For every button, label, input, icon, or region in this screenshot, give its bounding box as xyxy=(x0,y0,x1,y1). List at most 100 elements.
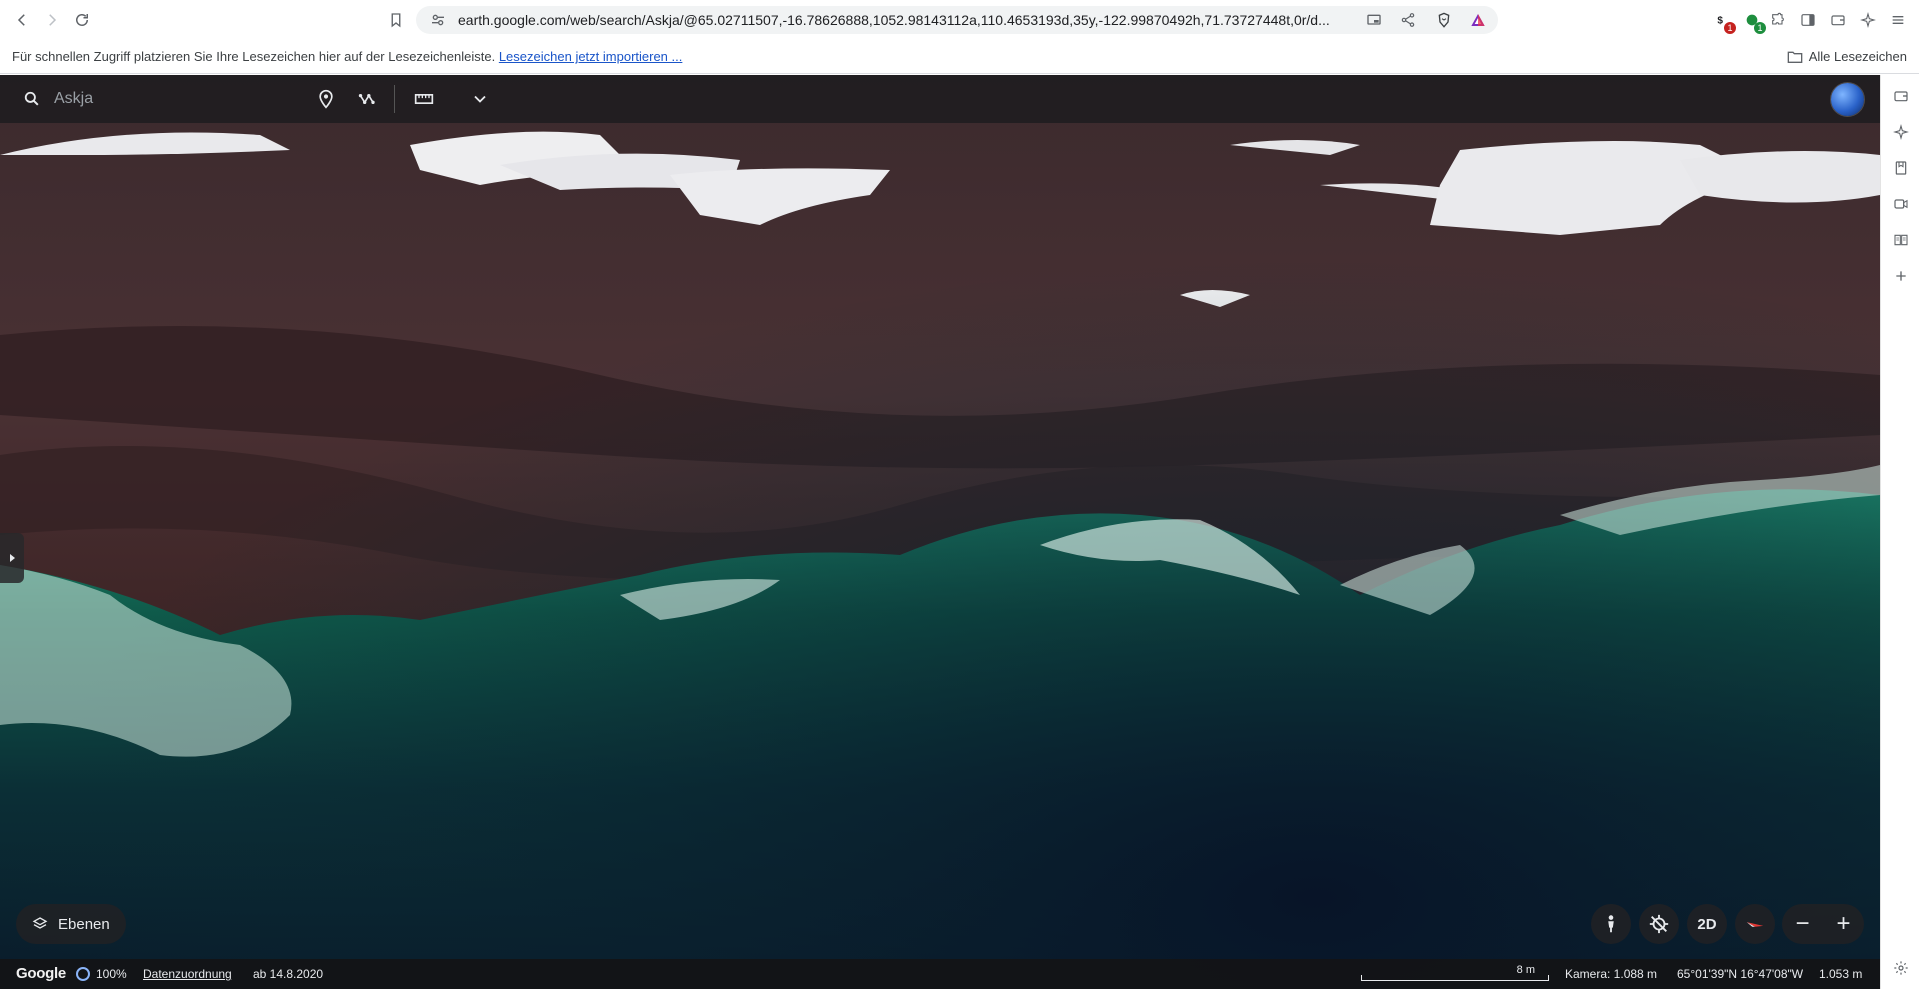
wallet-button[interactable] xyxy=(1828,10,1848,30)
side-bookmarks-button[interactable] xyxy=(1890,157,1912,179)
menu-button[interactable] xyxy=(1888,10,1908,30)
more-tools-button[interactable] xyxy=(468,87,492,111)
side-settings-button[interactable] xyxy=(1890,957,1912,979)
toggle-2d-button[interactable]: 2D xyxy=(1687,904,1727,944)
side-playlist-button[interactable] xyxy=(1890,193,1912,215)
toggle-3d-button[interactable] xyxy=(1639,904,1679,944)
draw-path-button[interactable] xyxy=(356,87,380,111)
cast-button[interactable] xyxy=(1364,10,1384,30)
pegman-icon xyxy=(1600,913,1622,935)
back-arrow-icon xyxy=(13,11,31,29)
extension-1-badge: 1 xyxy=(1724,22,1736,34)
crossed-compass-icon xyxy=(1648,913,1670,935)
cursor-coordinates: 65°01'39"N 16°47'08"W xyxy=(1677,967,1803,981)
scale-bar-label: 8 m xyxy=(1517,964,1535,976)
bookmarks-hint-text: Für schnellen Zugriff platzieren Sie Ihr… xyxy=(12,49,495,64)
ground-altitude: 1.053 m xyxy=(1819,967,1862,981)
site-info-button[interactable] xyxy=(428,10,448,30)
forward-arrow-icon xyxy=(43,11,61,29)
forward-button[interactable] xyxy=(40,8,64,32)
extensions-menu-button[interactable] xyxy=(1768,10,1788,30)
zoom-level: 100% xyxy=(96,967,127,981)
sidebar-toggle-button[interactable] xyxy=(1798,10,1818,30)
side-leo-button[interactable] xyxy=(1890,121,1912,143)
brave-shields-button[interactable] xyxy=(1434,10,1454,30)
camera-altitude: Kamera: 1.088 m xyxy=(1565,967,1657,981)
ruler-icon xyxy=(414,89,434,109)
layers-button[interactable]: Ebenen xyxy=(16,904,126,944)
compass-button[interactable] xyxy=(1735,904,1775,944)
reading-list-icon xyxy=(1893,232,1909,248)
zoom-in-button[interactable]: + xyxy=(1823,904,1864,944)
pegman-street-view-button[interactable] xyxy=(1591,904,1631,944)
leo-ai-button[interactable] xyxy=(1858,10,1878,30)
bookmarks-hint: Für schnellen Zugriff platzieren Sie Ihr… xyxy=(12,49,682,64)
extension-1-button[interactable]: $ 1 xyxy=(1712,10,1732,30)
compass-needle-icon xyxy=(1744,913,1766,935)
data-attribution-link[interactable]: Datenzuordnung xyxy=(143,967,232,981)
reload-icon xyxy=(73,11,91,29)
tune-icon xyxy=(430,12,446,28)
earth-top-bar xyxy=(0,75,1880,123)
wallet-icon xyxy=(1830,12,1846,28)
gear-icon xyxy=(1893,960,1909,976)
layers-label: Ebenen xyxy=(58,916,110,933)
reload-button[interactable] xyxy=(70,8,94,32)
zoom-out-button[interactable]: − xyxy=(1782,904,1823,944)
layers-icon xyxy=(32,916,48,932)
side-add-button[interactable] xyxy=(1890,265,1912,287)
chevron-down-icon xyxy=(470,89,490,109)
side-wallet-button[interactable] xyxy=(1890,85,1912,107)
extension-2-button[interactable]: 1 xyxy=(1742,10,1762,30)
terrain-3d-view[interactable] xyxy=(0,75,1880,989)
sparkle-icon xyxy=(1860,12,1876,28)
earth-status-bar: Google 100% Datenzuordnung ab 14.8.2020 … xyxy=(0,959,1880,989)
measure-button[interactable] xyxy=(412,87,436,111)
scale-bar[interactable]: 8 m xyxy=(1361,963,1549,981)
share-icon xyxy=(1400,12,1416,28)
placemark-pin-icon xyxy=(316,89,336,109)
address-bar[interactable]: earth.google.com/web/search/Askja/@65.02… xyxy=(416,6,1498,34)
zoom-controls: − + xyxy=(1782,904,1864,944)
search-icon[interactable] xyxy=(22,89,42,109)
sidebar-icon xyxy=(1800,12,1816,28)
imagery-date: ab 14.8.2020 xyxy=(253,967,323,981)
caret-right-icon xyxy=(7,553,17,563)
bookmark-page-button[interactable] xyxy=(384,8,408,32)
browser-side-panel xyxy=(1880,75,1919,989)
path-line-icon xyxy=(358,89,378,109)
search-input[interactable] xyxy=(54,87,294,111)
zoom-ring-icon xyxy=(76,967,90,981)
bookmarks-bar: Für schnellen Zugriff platzieren Sie Ihr… xyxy=(0,40,1919,74)
wallet-icon xyxy=(1893,88,1909,104)
cast-icon xyxy=(1366,12,1382,28)
back-button[interactable] xyxy=(10,8,34,32)
hamburger-icon xyxy=(1890,12,1906,28)
sidebar-expand-button[interactable] xyxy=(0,533,24,583)
video-icon xyxy=(1893,196,1909,212)
all-bookmarks-button[interactable]: Alle Lesezeichen xyxy=(1787,49,1907,64)
plus-icon xyxy=(1893,268,1909,284)
all-bookmarks-label: Alle Lesezeichen xyxy=(1809,49,1907,64)
zoom-indicator: 100% xyxy=(76,967,127,981)
brave-lion-icon xyxy=(1436,12,1452,28)
bookmark-icon xyxy=(1893,160,1909,176)
side-reading-list-button[interactable] xyxy=(1890,229,1912,251)
sparkle-icon xyxy=(1893,124,1909,140)
puzzle-icon xyxy=(1770,12,1786,28)
brave-rewards-button[interactable] xyxy=(1468,10,1488,30)
google-logo: Google xyxy=(16,965,66,982)
browser-toolbar: earth.google.com/web/search/Askja/@65.02… xyxy=(0,0,1919,40)
toolbar-divider xyxy=(394,85,395,113)
url-text[interactable]: earth.google.com/web/search/Askja/@65.02… xyxy=(458,12,1360,28)
add-placemark-button[interactable] xyxy=(314,87,338,111)
bookmark-icon xyxy=(387,11,405,29)
account-avatar[interactable] xyxy=(1831,83,1864,116)
toggle-2d-label: 2D xyxy=(1697,916,1716,933)
triangle-rewards-icon xyxy=(1470,12,1486,28)
svg-text:$: $ xyxy=(1717,15,1723,26)
extension-2-badge: 1 xyxy=(1754,22,1766,34)
import-bookmarks-link[interactable]: Lesezeichen jetzt importieren ... xyxy=(499,49,683,64)
share-button[interactable] xyxy=(1398,10,1418,30)
earth-viewport[interactable]: Ebenen 2D − + Google 100% Datenzuordnung… xyxy=(0,75,1880,989)
